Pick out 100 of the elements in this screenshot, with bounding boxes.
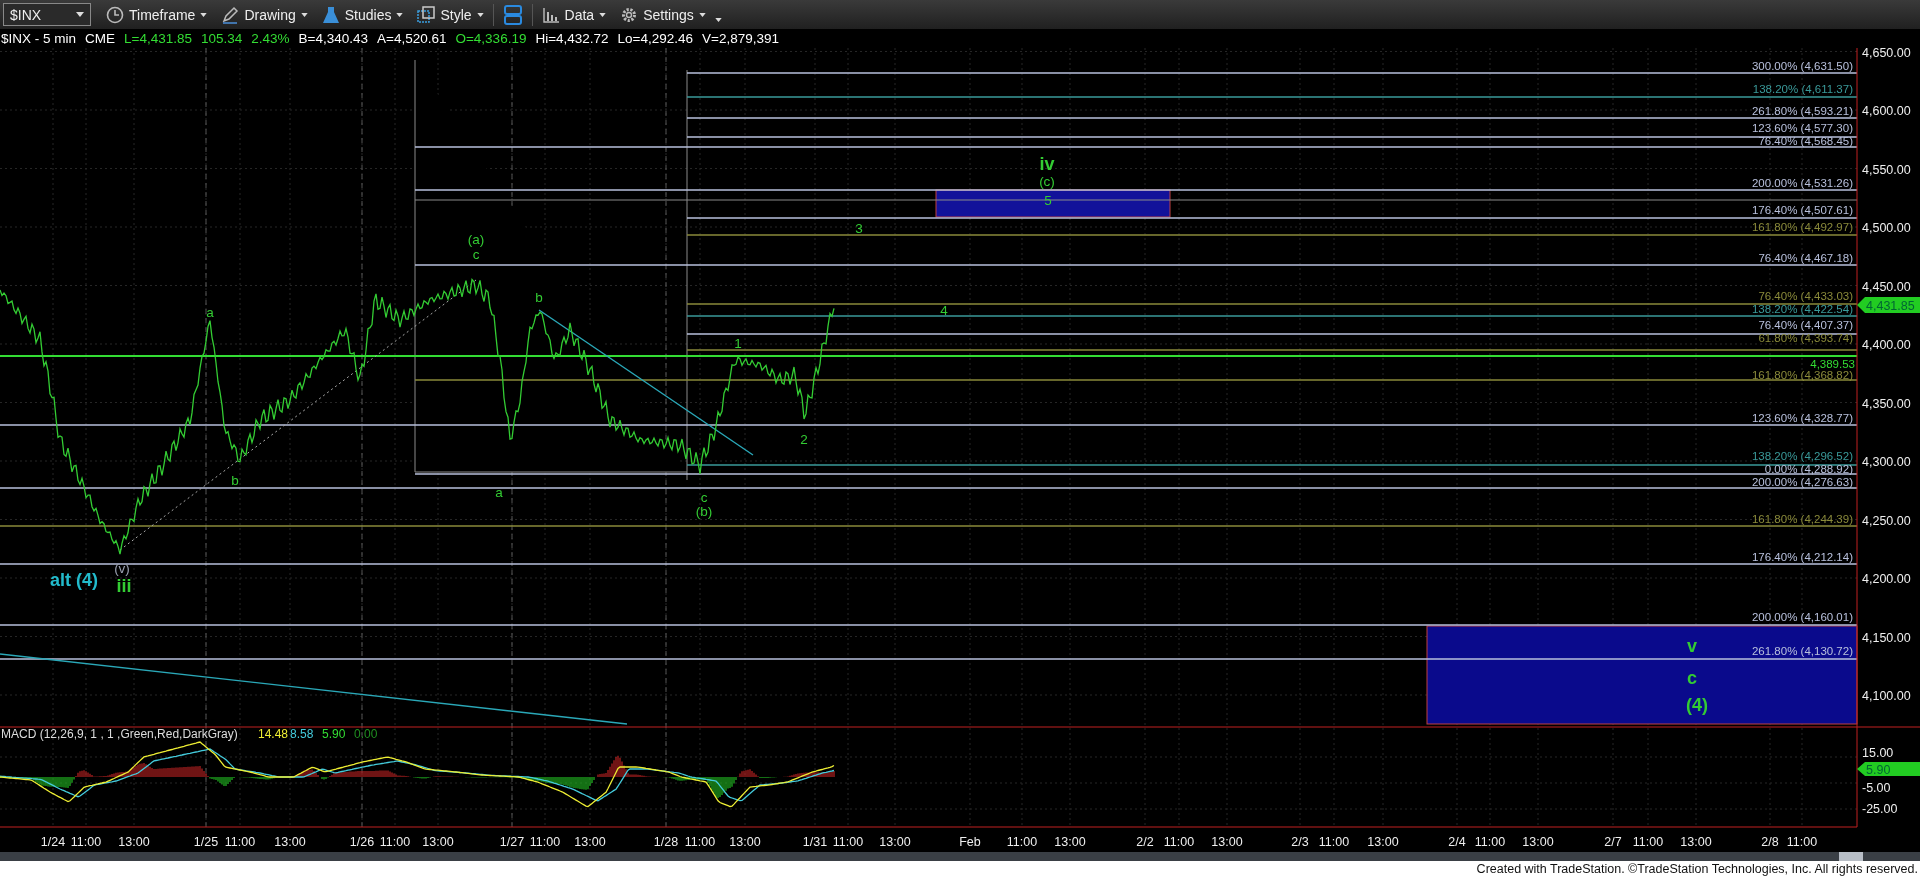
time-axis-label: 1/25 — [193, 835, 219, 849]
time-axis-label: 11:00 — [1006, 835, 1038, 849]
quote-value: O=4,336.19 — [455, 31, 527, 46]
symbol-field[interactable]: $INX — [3, 3, 91, 26]
price-axis-label: 4,150.00 — [1862, 630, 1911, 645]
line-value-label: 4,389.53 — [1810, 358, 1855, 370]
fib-level-label: 200.00% (4,276.63) — [1751, 476, 1853, 488]
time-axis-label: 2/3 — [1291, 835, 1309, 849]
price-axis-label: 4,550.00 — [1862, 162, 1911, 177]
quote-value: Lo=4,292.46 — [617, 31, 694, 46]
fib-level-label: 161.80% (4,492.97) — [1751, 221, 1853, 233]
time-axis-label: 13:00 — [879, 835, 911, 849]
price-axis-label: 4,200.00 — [1862, 572, 1911, 586]
macd-value-tag: 5.90 — [1857, 762, 1920, 777]
time-axis-label: 13:00 — [574, 835, 606, 849]
fib-level-label: 200.00% (4,531.26) — [1751, 177, 1853, 189]
caret-icon — [396, 12, 404, 17]
bar-chart-icon — [541, 5, 560, 24]
fib-level-label: 300.00% (4,631.50) — [1751, 60, 1853, 72]
quote-value: 105.34 — [201, 31, 243, 46]
wave-label: (4) — [1686, 695, 1708, 715]
time-axis-label: 13:00 — [274, 835, 306, 849]
price-axis-label: 4,100.00 — [1862, 689, 1911, 703]
flask-icon — [321, 5, 340, 24]
clock-icon — [106, 5, 124, 24]
wave-label: 2 — [800, 432, 808, 447]
wave-label: a — [495, 485, 503, 500]
menu-button[interactable]: Settings — [615, 3, 711, 26]
scrollbar[interactable] — [0, 852, 1920, 861]
wave-label: a — [206, 305, 214, 320]
quote-value: CME — [85, 31, 116, 46]
time-axis-label: 1/31 — [802, 835, 828, 849]
time-axis-label: 1/24 — [40, 835, 66, 849]
wave-label: b — [231, 473, 239, 488]
wave-label: 3 — [855, 221, 863, 236]
fib-level-label: 138.20% (4,611.37) — [1752, 83, 1853, 95]
time-axis-label: 2/7 — [1604, 835, 1622, 849]
time-axis-label: Feb — [959, 835, 981, 849]
time-axis-label: 11:00 — [1786, 835, 1818, 849]
fib-level-label: 138.20% (4,296.52) — [1751, 450, 1853, 462]
wave-label: 5 — [1044, 193, 1052, 208]
fib-level-label: 76.40% (4,407.37) — [1758, 319, 1853, 331]
wave-label: c — [1687, 668, 1697, 688]
indicator-value: 5.90 — [322, 727, 346, 741]
time-axis-label: 13:00 — [729, 835, 761, 849]
fib-level-label: 261.80% (4,593.21) — [1751, 105, 1853, 117]
time-axis-label: 11:00 — [70, 835, 102, 849]
fib-level-label: 76.40% (4,568.45) — [1758, 135, 1853, 147]
last-price-tag: 4,431.85 — [1857, 297, 1920, 313]
wave-label: b — [535, 290, 543, 305]
macd-axis-label: -5.00 — [1862, 781, 1891, 795]
time-axis-label: 13:00 — [422, 835, 454, 849]
quote-value: B=4,340.43 — [298, 31, 368, 46]
time-axis-label: 2/2 — [1136, 835, 1154, 849]
fib-level-label: 123.60% (4,328.77) — [1751, 412, 1853, 424]
caret-icon — [599, 12, 607, 17]
squares-icon — [417, 5, 436, 24]
menu-button[interactable]: Data — [536, 3, 612, 26]
wave-label: iii — [116, 576, 132, 596]
time-axis-label: 11:00 — [832, 835, 864, 849]
caret-icon — [300, 12, 308, 17]
scrollbar-thumb[interactable] — [1839, 852, 1863, 861]
menu-button[interactable]: Drawing — [216, 3, 313, 26]
wave-label: iv — [1039, 154, 1055, 174]
menu-button[interactable]: Studies — [316, 3, 409, 26]
price-axis-label: 4,650.00 — [1862, 48, 1911, 60]
quote-value: A=4,520.61 — [377, 31, 447, 46]
fib-level-label: 176.40% (4,212.14) — [1751, 551, 1853, 563]
time-axis-label: 13:00 — [118, 835, 150, 849]
time-axis-label: 2/4 — [1448, 835, 1466, 849]
wave-label: alt (4) — [50, 570, 98, 590]
time-axis-label: 1/26 — [349, 835, 375, 849]
fib-level-label: 123.60% (4,577.30) — [1751, 122, 1853, 134]
indicator-value: 14.48 — [258, 727, 289, 741]
time-axis-label: 13:00 — [1367, 835, 1399, 849]
fib-level-label: 138.20% (4,422.54) — [1751, 303, 1853, 315]
quote-value: 2.43% — [251, 31, 290, 46]
price-axis-label: 4,500.00 — [1862, 221, 1911, 235]
pen-icon — [221, 5, 240, 24]
menu-button[interactable]: Timeframe — [101, 3, 213, 26]
macd-axis-label: 15.00 — [1862, 746, 1894, 760]
time-axis-label: 11:00 — [1318, 835, 1350, 849]
time-axis-label: 11:00 — [224, 835, 256, 849]
wave-label: (b) — [695, 504, 713, 519]
macd-axis-label: -25.00 — [1862, 802, 1898, 816]
menu-button[interactable]: Style — [412, 3, 489, 26]
indicator-legend: MACD (12,26,9, 1 , 1 ,Green,Red,DarkGray) — [1, 727, 238, 741]
fib-level-label: 61.80% (4,393.74) — [1758, 332, 1853, 344]
wave-label: 4 — [940, 303, 948, 318]
price-axis-label: 4,600.00 — [1862, 104, 1911, 118]
quote-value: Hi=4,432.72 — [535, 31, 609, 46]
quote-value: V=2,879,391 — [702, 31, 779, 46]
wave-label: (a) — [467, 232, 485, 247]
time-axis-label: 11:00 — [529, 835, 561, 849]
time-axis-label: 1/28 — [653, 835, 679, 849]
time-axis-label: 2/8 — [1761, 835, 1779, 849]
fib-level-label: 0.00% (4,288.92) — [1764, 463, 1853, 475]
fib-level-label: 261.80% (4,130.72) — [1751, 645, 1853, 657]
quote-value: L=4,431.85 — [124, 31, 192, 46]
fib-level-label: 76.40% (4,467.18) — [1758, 252, 1853, 264]
